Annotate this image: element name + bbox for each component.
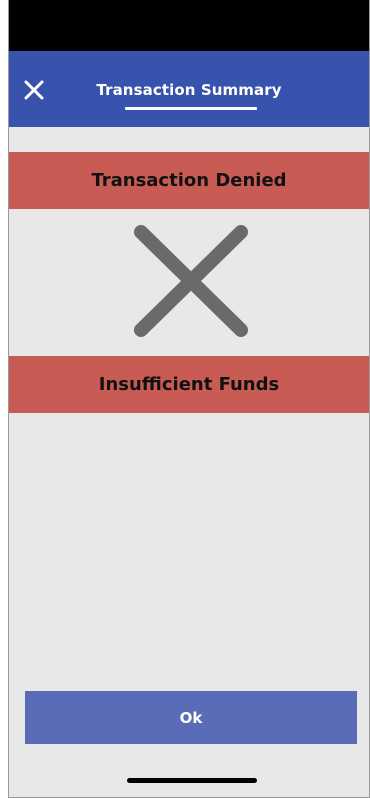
ok-button[interactable]: Ok bbox=[25, 691, 357, 744]
denial-reason-banner: Insufficient Funds bbox=[9, 356, 369, 413]
denied-x-icon bbox=[134, 225, 248, 337]
transaction-status-text: Transaction Denied bbox=[91, 170, 287, 191]
status-bar bbox=[9, 0, 369, 51]
denial-reason-text: Insufficient Funds bbox=[98, 374, 280, 395]
transaction-status-banner: Transaction Denied bbox=[9, 152, 369, 209]
app-header: Transaction Summary bbox=[9, 51, 369, 127]
title-underline bbox=[125, 107, 257, 110]
home-indicator bbox=[127, 778, 257, 783]
page-title: Transaction Summary bbox=[96, 81, 282, 99]
phone-screen: Transaction Summary Transaction Denied I… bbox=[8, 0, 370, 798]
